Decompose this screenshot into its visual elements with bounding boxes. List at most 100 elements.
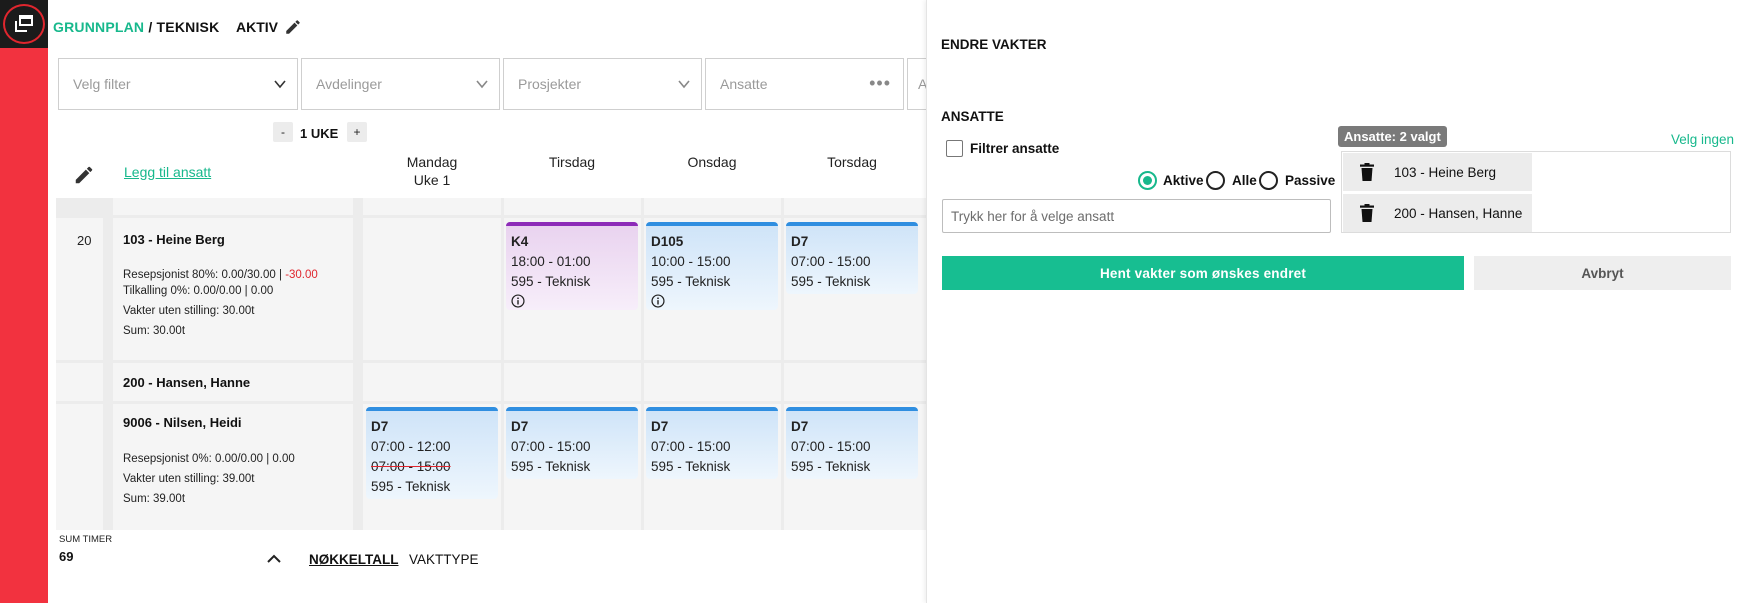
breadcrumb-plan[interactable]: GRUNNPLAN xyxy=(53,19,144,35)
week-number: Uke 1 xyxy=(413,172,451,188)
day-cell xyxy=(504,198,641,215)
shift-code: D7 xyxy=(511,419,529,434)
breadcrumb-separator: / xyxy=(144,19,157,35)
fetch-shifts-button[interactable]: Hent vakter som ønskes endret xyxy=(942,256,1464,290)
selected-employee-name: 200 - Hansen, Hanne xyxy=(1394,205,1523,221)
shift-code: D7 xyxy=(371,419,389,434)
shift-dept: 595 - Teknisk xyxy=(791,459,871,474)
info-icon[interactable] xyxy=(511,294,525,308)
shift-code: D7 xyxy=(791,419,809,434)
chevron-up-icon[interactable] xyxy=(266,553,282,565)
employee-name: 200 - Hansen, Hanne xyxy=(123,375,251,390)
day-cell[interactable] xyxy=(644,363,781,401)
employee-name: 9006 - Nilsen, Heidi xyxy=(123,415,242,430)
shift-time: 07:00 - 12:00 xyxy=(371,439,451,454)
employees-select[interactable]: Ansatte ••• xyxy=(705,58,904,110)
day-name: Onsdag xyxy=(687,154,737,170)
shift-code: D105 xyxy=(651,234,684,249)
left-rail xyxy=(0,0,48,603)
day-name: Mandag xyxy=(406,154,458,170)
day-header-tuesday: Tirsdag xyxy=(507,153,637,171)
oncall-stat: Tilkalling 0%: 0.00/0.00 | 0.00 xyxy=(123,285,274,297)
week-decrease-button[interactable]: - xyxy=(273,122,293,142)
chevron-down-icon xyxy=(476,80,488,89)
breadcrumb-dept: TEKNISK xyxy=(156,19,220,35)
employee-cell[interactable]: 9006 - Nilsen, Heidi Resepsjonist 0%: 0.… xyxy=(113,404,353,530)
shift-time: 07:00 - 15:00 xyxy=(791,254,871,269)
shift-card[interactable]: K4 18:00 - 01:00 595 - Teknisk xyxy=(506,222,638,310)
row-number-cell xyxy=(56,363,103,401)
shift-card[interactable]: D7 07:00 - 15:00 595 - Teknisk xyxy=(786,222,918,294)
employee-cell[interactable]: 200 - Hansen, Hanne xyxy=(113,363,353,401)
edit-shifts-panel xyxy=(926,0,1745,603)
add-employee-link[interactable]: Legg til ansatt xyxy=(124,164,211,180)
day-name: Torsdag xyxy=(827,154,877,170)
projects-select[interactable]: Prosjekter xyxy=(503,58,702,110)
cancel-button[interactable]: Avbryt xyxy=(1474,256,1731,290)
day-cell[interactable] xyxy=(504,363,641,401)
plan-status: AKTIV xyxy=(236,19,278,35)
radio-active[interactable] xyxy=(1138,171,1157,190)
edit-status-pencil-icon[interactable] xyxy=(284,18,302,36)
selected-employee-item: 200 - Hansen, Hanne xyxy=(1343,194,1532,232)
day-header-thursday: Torsdag xyxy=(787,153,917,171)
sum-hours-value: 69 xyxy=(59,549,74,564)
day-cell[interactable] xyxy=(784,363,926,401)
position-stat-negative: -30.00 xyxy=(285,269,318,281)
filter-employees-checkbox[interactable] xyxy=(946,140,963,157)
shift-time: 07:00 - 15:00 xyxy=(511,439,591,454)
day-header-monday: Mandag Uke 1 xyxy=(367,153,497,189)
more-dots-icon: ••• xyxy=(869,73,891,93)
sum-stat: Sum: 39.00t xyxy=(123,493,186,505)
selected-employee-item: 103 - Heine Berg xyxy=(1343,153,1532,191)
shift-dept: 595 - Teknisk xyxy=(651,274,731,289)
employee-name: 103 - Heine Berg xyxy=(123,232,225,247)
shift-time: 18:00 - 01:00 xyxy=(511,254,591,269)
windows-icon xyxy=(15,15,33,32)
tab-key-figures[interactable]: NØKKELTALL xyxy=(309,552,398,567)
panel-title: ENDRE VAKTER xyxy=(941,37,1047,52)
shift-card[interactable]: D105 10:00 - 15:00 595 - Teknisk xyxy=(646,222,778,310)
shift-dept: 595 - Teknisk xyxy=(791,274,871,289)
day-cell xyxy=(784,198,926,215)
radio-passive[interactable] xyxy=(1259,171,1278,190)
day-header-wednesday: Onsdag xyxy=(647,153,777,171)
row-number-cell xyxy=(56,404,103,530)
radio-all[interactable] xyxy=(1206,171,1225,190)
projects-select-placeholder: Prosjekter xyxy=(518,76,582,92)
day-cell[interactable] xyxy=(363,218,501,360)
shift-code: K4 xyxy=(511,234,529,249)
trash-icon[interactable] xyxy=(1360,204,1374,222)
shift-time: 07:00 - 15:00 xyxy=(791,439,871,454)
week-increase-button[interactable]: + xyxy=(347,122,367,142)
day-cell[interactable] xyxy=(363,363,501,401)
chevron-down-icon xyxy=(274,80,286,89)
tab-shift-type[interactable]: VAKTTYPE xyxy=(409,552,479,567)
selected-count-badge: Ansatte: 2 valgt xyxy=(1338,126,1447,147)
employee-picker-input[interactable] xyxy=(942,199,1331,233)
shift-card[interactable]: D7 07:00 - 15:00 595 - Teknisk xyxy=(506,407,638,479)
employees-select-placeholder: Ansatte xyxy=(720,76,768,92)
employees-section-title: ANSATTE xyxy=(941,109,1004,124)
shift-card[interactable]: D7 07:00 - 15:00 595 - Teknisk xyxy=(646,407,778,479)
info-icon[interactable] xyxy=(651,294,665,308)
position-stat: Resepsjonist 0%: 0.00/0.00 | 0.00 xyxy=(123,453,295,465)
departments-select[interactable]: Avdelinger xyxy=(301,58,500,110)
shift-card[interactable]: D7 07:00 - 12:00 07:00 - 15:00 595 - Tek… xyxy=(366,407,498,499)
employee-cell[interactable]: 103 - Heine Berg Resepsjonist 80%: 0.00/… xyxy=(113,218,353,360)
sum-stat: Sum: 30.00t xyxy=(123,325,186,337)
breadcrumb: GRUNNPLAN / TEKNISK xyxy=(53,19,219,35)
trash-icon[interactable] xyxy=(1360,163,1374,181)
windows-toggle-button[interactable] xyxy=(3,4,45,44)
shift-card[interactable]: D7 07:00 - 15:00 595 - Teknisk xyxy=(786,407,918,479)
day-cell xyxy=(363,198,501,215)
filter-employees-label: Filtrer ansatte xyxy=(970,141,1060,156)
shift-dept: 595 - Teknisk xyxy=(511,459,591,474)
edit-pencil-icon[interactable] xyxy=(73,164,95,186)
radio-passive-label: Passive xyxy=(1285,173,1336,188)
shift-time: 07:00 - 15:00 xyxy=(651,439,731,454)
clear-selection-link[interactable]: Velg ingen xyxy=(1671,132,1734,147)
radio-all-label: Alle xyxy=(1232,173,1257,188)
filter-select[interactable]: Velg filter xyxy=(58,58,298,110)
departments-select-placeholder: Avdelinger xyxy=(316,76,382,92)
